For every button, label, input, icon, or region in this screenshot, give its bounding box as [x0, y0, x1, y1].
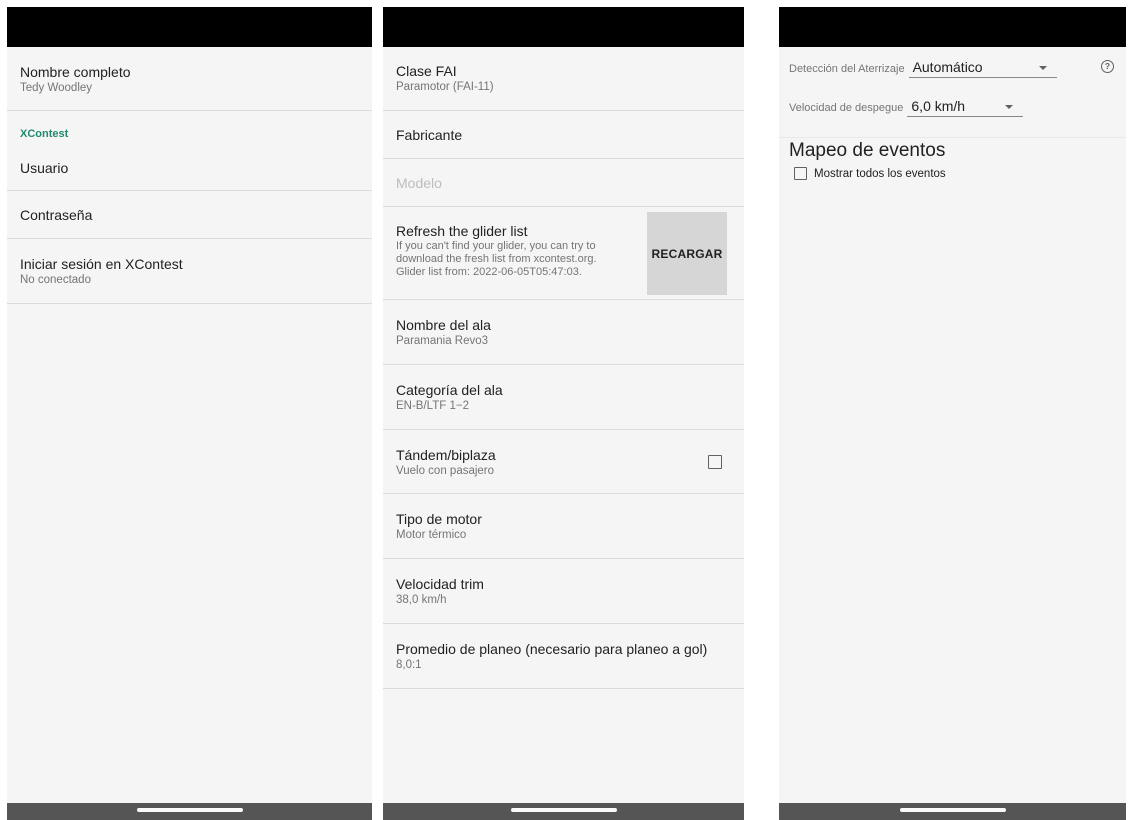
- pref-title: Promedio de planeo (necesario para plane…: [396, 641, 708, 657]
- events-heading: Mapeo de eventos: [789, 140, 946, 161]
- home-gesture-handle[interactable]: [136, 808, 243, 812]
- landing-detection-label: Detección del Aterrizaje: [789, 63, 905, 75]
- pref-tandem[interactable]: Tándem/biplaza Vuelo con pasajero: [383, 430, 744, 494]
- pref-summary: Paramania Revo3: [396, 335, 489, 347]
- takeoff-speed-select[interactable]: 6,0 km/h: [907, 98, 1024, 117]
- pref-contrasena[interactable]: Contraseña: [7, 191, 372, 239]
- pref-title: Nombre del ala: [396, 317, 491, 333]
- chevron-down-icon: [1038, 66, 1047, 70]
- landing-detection-row: Detección del Aterrizaje Automático: [789, 59, 1057, 78]
- pref-usuario[interactable]: Usuario: [7, 144, 372, 191]
- pref-title: Clase FAI: [396, 63, 457, 79]
- takeoff-speed-row: Velocidad de despegue 6,0 km/h: [789, 98, 1024, 117]
- pref-xcontest-login[interactable]: Iniciar sesión en XContest No conectado: [7, 239, 372, 304]
- takeoff-speed-label: Velocidad de despegue: [789, 102, 904, 114]
- help-icon[interactable]: ?: [1101, 60, 1114, 73]
- home-gesture-handle[interactable]: [899, 808, 1006, 812]
- pref-nombre-ala[interactable]: Nombre del ala Paramania Revo3: [383, 300, 744, 365]
- pref-summary: Tedy Woodley: [20, 82, 93, 94]
- pref-title: Iniciar sesión en XContest: [20, 256, 183, 272]
- takeoff-speed-value: 6,0 km/h: [911, 98, 966, 114]
- status-bar: [779, 7, 1126, 47]
- landing-detection-select[interactable]: Automático: [908, 59, 1057, 78]
- pref-title: Usuario: [20, 160, 69, 176]
- pref-refresh-glider-list: Refresh the glider list If you can't fin…: [383, 207, 744, 300]
- navigation-bar: [779, 803, 1126, 820]
- status-bar: [7, 7, 372, 47]
- pref-modelo: Modelo: [383, 159, 744, 207]
- pref-title: Nombre completo: [20, 64, 131, 80]
- pref-summary: 38,0 km/h: [396, 594, 447, 606]
- chevron-down-icon: [1005, 105, 1014, 109]
- pref-summary: Vuelo con pasajero: [396, 465, 495, 477]
- pref-title: Tándem/biplaza: [396, 447, 496, 463]
- pref-full-name[interactable]: Nombre completo Tedy Woodley: [7, 47, 372, 111]
- pref-tipo-motor[interactable]: Tipo de motor Motor térmico: [383, 494, 744, 559]
- landing-detection-value: Automático: [912, 59, 983, 75]
- show-all-events-row[interactable]: Mostrar todos los eventos: [794, 167, 946, 180]
- pref-velocidad-trim[interactable]: Velocidad trim 38,0 km/h: [383, 559, 744, 624]
- show-all-events-checkbox[interactable]: [794, 167, 807, 180]
- navigation-bar: [383, 803, 744, 820]
- pref-title: Modelo: [396, 175, 442, 191]
- pref-fabricante[interactable]: Fabricante: [383, 111, 744, 159]
- home-gesture-handle[interactable]: [510, 808, 617, 812]
- category-xcontest: XContest: [20, 128, 69, 140]
- pref-title: Tipo de motor: [396, 511, 482, 527]
- reload-button[interactable]: RECARGAR: [647, 212, 727, 295]
- pref-summary: Motor térmico: [396, 529, 467, 541]
- pref-title: Contraseña: [20, 207, 93, 223]
- tandem-checkbox[interactable]: [708, 455, 722, 469]
- pref-title: Categoría del ala: [396, 382, 503, 398]
- screen-events: Detección del Aterrizaje Automático ? Ve…: [779, 7, 1126, 820]
- pref-summary: Paramotor (FAI-11): [396, 81, 494, 93]
- pref-title: Velocidad trim: [396, 576, 484, 592]
- navigation-bar: [7, 803, 372, 820]
- pref-summary: No conectado: [20, 274, 91, 286]
- pref-promedio-planeo[interactable]: Promedio de planeo (necesario para plane…: [383, 624, 744, 689]
- pref-title: Fabricante: [396, 127, 463, 143]
- pref-clase-fai[interactable]: Clase FAI Paramotor (FAI-11): [383, 47, 744, 111]
- show-all-events-label: Mostrar todos los eventos: [814, 167, 946, 180]
- pref-summary: EN-B/LTF 1−2: [396, 400, 469, 412]
- screen-glider: Clase FAI Paramotor (FAI-11) Fabricante …: [383, 7, 744, 820]
- screen-account: Nombre completo Tedy Woodley XContest Us…: [7, 7, 372, 820]
- pref-summary: 8,0:1: [396, 659, 422, 671]
- status-bar: [383, 7, 744, 47]
- pref-categoria-ala[interactable]: Categoría del ala EN-B/LTF 1−2: [383, 365, 744, 430]
